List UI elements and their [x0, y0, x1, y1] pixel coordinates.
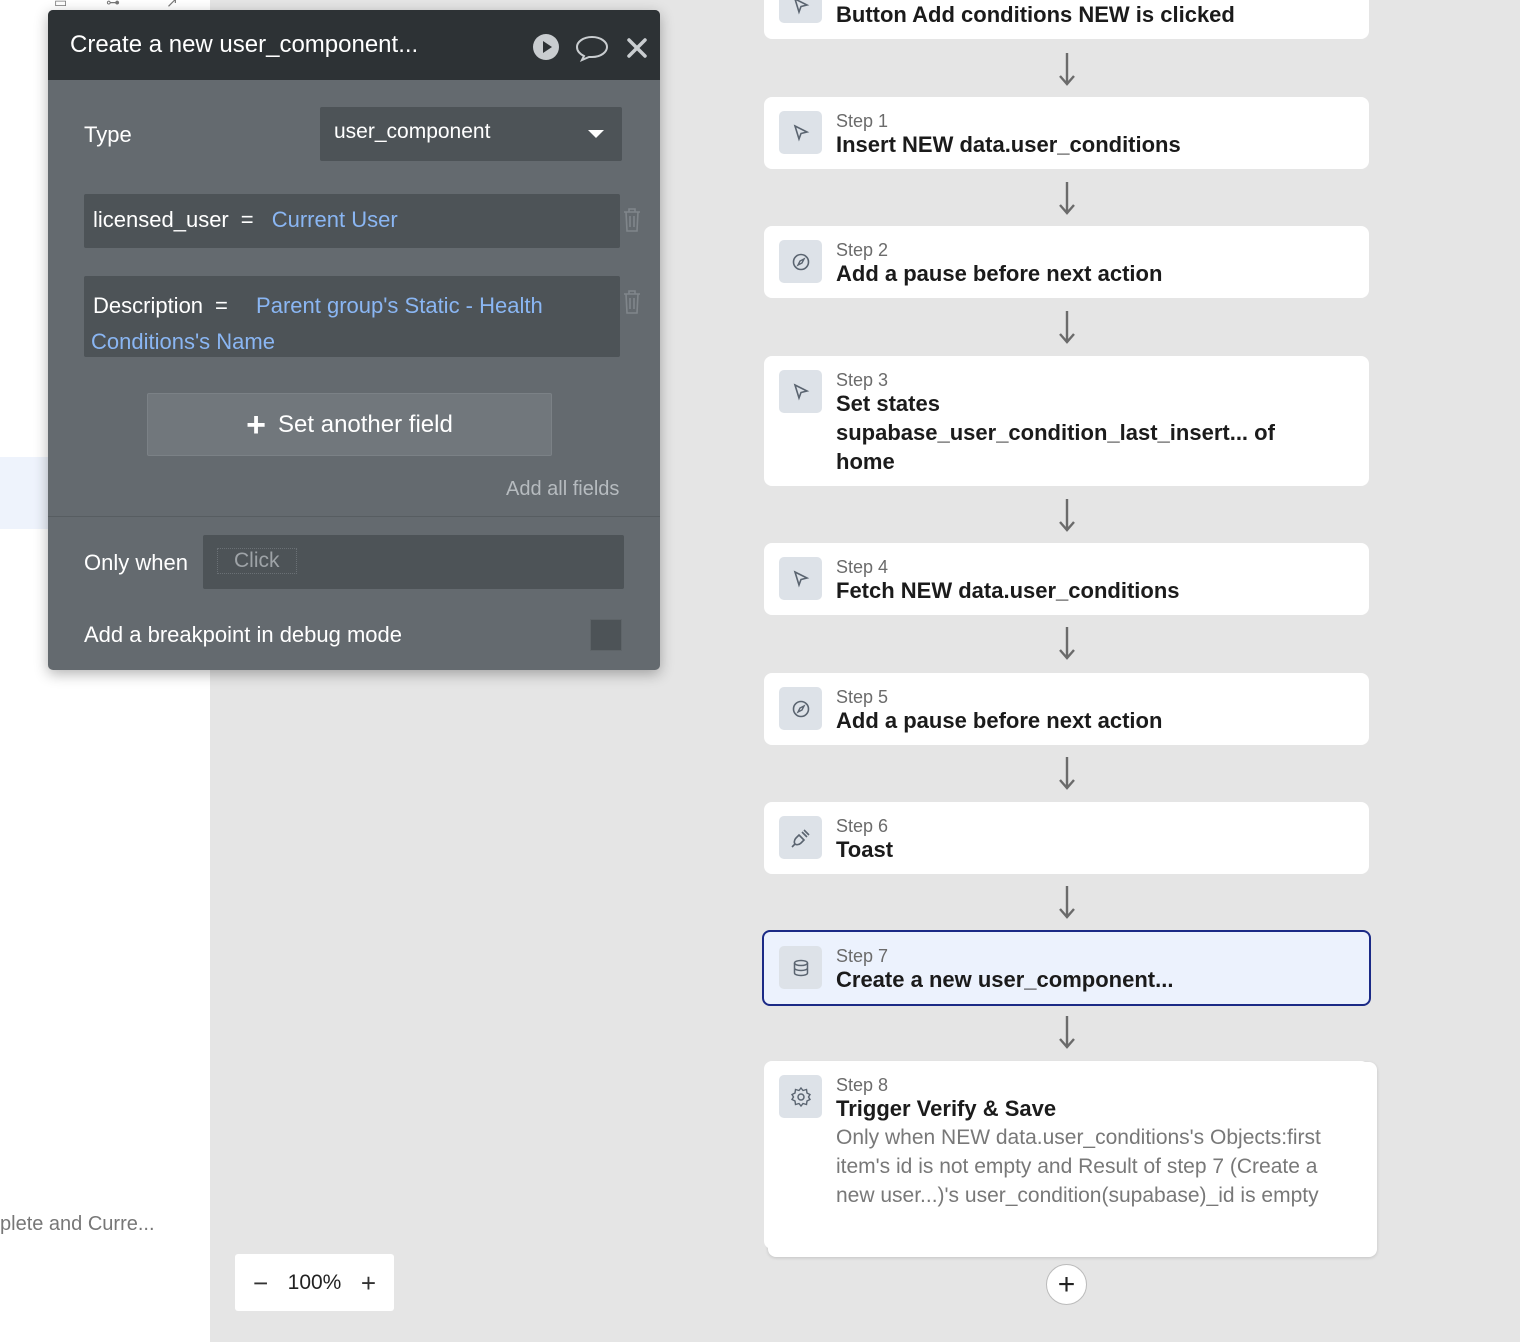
trash-icon[interactable] [622, 207, 642, 233]
step-title: Create a new user_component... [836, 967, 1174, 992]
arrow-down-icon [1059, 53, 1075, 86]
divider [48, 516, 660, 517]
compass-icon [779, 240, 822, 283]
field-name: licensed_user [93, 207, 229, 232]
arrow-down-icon [1059, 627, 1075, 660]
workflow-step-card[interactable]: Step 6 Toast [764, 802, 1369, 874]
cursor-icon [779, 370, 822, 413]
step-title: Add a pause before next action [836, 708, 1163, 733]
breakpoint-checkbox[interactable] [590, 619, 622, 651]
step-number: Step 4 [836, 557, 889, 577]
workflow-step-card[interactable]: Step 2 Add a pause before next action [764, 226, 1369, 298]
only-when-label: Only when [84, 550, 188, 575]
field-equals: = [240, 207, 254, 232]
only-when-placeholder[interactable]: Click [217, 548, 297, 574]
property-editor-panel: Create a new user_component... Type user… [48, 10, 660, 670]
plug-icon [779, 816, 822, 859]
gear-icon [779, 1075, 822, 1118]
step-title: Insert NEW data.user_conditions [836, 132, 1181, 157]
step-title: Trigger Verify & Save [836, 1096, 1057, 1121]
arrow-down-icon [1059, 1016, 1075, 1049]
editor-header: Create a new user_component... [48, 10, 660, 80]
workflow-step-card[interactable]: Step 1 Insert NEW data.user_conditions [764, 97, 1369, 169]
field-name: Description [93, 293, 204, 318]
workflow-step-card[interactable]: Step 8 Trigger Verify & Save Only when NEW… [764, 1061, 1369, 1249]
set-another-field-label: Set another field [278, 410, 453, 438]
workflow-step-card[interactable]: Step 4 Fetch NEW data.user_conditions [764, 543, 1369, 615]
arrow-down-icon [1059, 499, 1075, 532]
step-condition: Only when NEW data.user_conditions's Obj… [836, 1126, 1321, 1207]
step-number: Step 5 [836, 687, 889, 707]
cursor-icon [779, 557, 822, 600]
step-number: Step 1 [836, 111, 889, 131]
zoom-in-button[interactable]: + [361, 1270, 376, 1296]
step-number: Step 2 [836, 240, 889, 260]
plus-icon: + [246, 405, 267, 444]
set-another-field-button[interactable]: + Set another field [147, 393, 552, 456]
step-number: Step 3 [836, 370, 889, 390]
zoom-level: 100% [287, 1270, 342, 1294]
play-icon[interactable] [532, 33, 560, 61]
cursor-icon [779, 0, 822, 23]
add-all-fields-link[interactable]: Add all fields [506, 478, 619, 501]
arrow-down-icon [1059, 182, 1075, 215]
type-dropdown[interactable]: user_component [320, 107, 622, 161]
step-title: Set states supabase_user_condition_last_… [836, 391, 1275, 474]
breakpoint-label: Add a breakpoint in debug mode [84, 622, 403, 647]
zoom-out-button[interactable]: − [253, 1270, 268, 1296]
field-value[interactable]: Current User [272, 207, 398, 232]
only-when-input[interactable]: Click [203, 535, 624, 589]
trash-icon[interactable] [622, 289, 642, 315]
arrow-down-icon [1059, 757, 1075, 790]
workflow-step-card[interactable]: Step 3 Set states supabase_user_condition… [764, 356, 1369, 486]
field-licensed-user[interactable]: licensed_user = Current User [84, 194, 620, 248]
add-step-button[interactable]: + [1046, 1264, 1087, 1305]
step-title: Add a pause before next action [836, 261, 1163, 286]
step-number: Step 7 [836, 946, 889, 966]
step-number: Step 8 [836, 1075, 889, 1095]
field-description[interactable]: Description = Parent group's Static - Hea… [84, 276, 620, 357]
step-title: Fetch NEW data.user_conditions [836, 578, 1180, 603]
database-icon [779, 946, 822, 989]
step-number: Step 6 [836, 816, 889, 836]
caret-down-icon [588, 130, 604, 138]
cursor-icon [779, 111, 822, 154]
arrow-down-icon [1059, 886, 1075, 919]
workflow-step-card[interactable]: Step 7 Create a new user_component... [762, 930, 1371, 1006]
compass-icon [779, 687, 822, 730]
workflow-trigger-card[interactable]: Button Add conditions NEW is clicked [764, 0, 1369, 39]
sidebar-toolbar: ▭ ⊶ ↗ [50, 0, 190, 10]
trigger-title: Button Add conditions NEW is clicked [836, 2, 1235, 27]
type-label: Type [84, 122, 132, 147]
editor-title: Create a new user_component... [70, 31, 419, 58]
workflow-step-card[interactable]: Step 5 Add a pause before next action [764, 673, 1369, 745]
arrow-down-icon [1059, 311, 1075, 344]
zoom-control: − 100% + [235, 1254, 394, 1311]
sidebar-item-text[interactable]: plete and Curre... [0, 1213, 210, 1236]
field-equals: = [215, 293, 228, 318]
type-dropdown-value: user_component [334, 120, 491, 143]
step-title: Toast [836, 837, 894, 862]
comment-icon[interactable] [575, 34, 609, 62]
close-icon[interactable] [625, 36, 649, 60]
